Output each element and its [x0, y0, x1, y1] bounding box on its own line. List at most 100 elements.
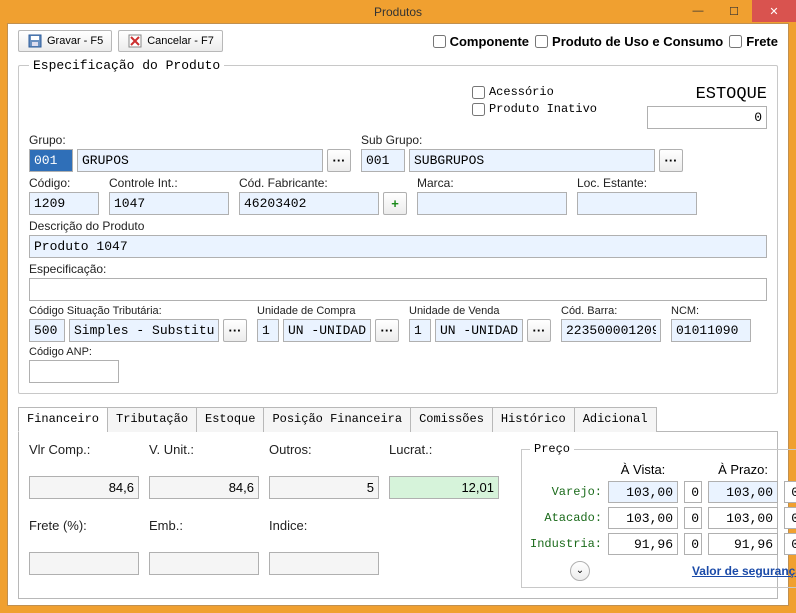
industria-avista-input[interactable]	[608, 533, 678, 555]
expand-button[interactable]: ⌄	[570, 561, 590, 581]
subgrupo-nome-input[interactable]	[409, 149, 655, 172]
uso-consumo-checkbox[interactable]: Produto de Uso e Consumo	[535, 34, 723, 49]
industria-label: Industria:	[530, 537, 602, 551]
spec-legend: Especificação do Produto	[29, 58, 224, 73]
cancel-icon	[127, 33, 143, 49]
subgrupo-cod-input[interactable]	[361, 149, 405, 172]
outros-label: Outros:	[269, 442, 379, 470]
marca-label: Marca:	[417, 176, 567, 190]
subgrupo-lookup-button[interactable]: ···	[659, 149, 683, 172]
indice-label: Indice:	[269, 518, 379, 546]
cst-lookup-button[interactable]: ···	[223, 319, 247, 342]
frete-checkbox[interactable]: Frete	[729, 34, 778, 49]
maximize-button[interactable]: ☐	[716, 0, 752, 22]
close-button[interactable]: ✕	[752, 0, 796, 22]
desc-label: Descrição do Produto	[29, 219, 767, 233]
varejo-avista-input[interactable]	[608, 481, 678, 503]
industria-aprazo-input[interactable]	[708, 533, 778, 555]
industria-avista-ext[interactable]	[684, 533, 702, 555]
emb-input[interactable]	[149, 552, 259, 575]
codigo-input[interactable]	[29, 192, 99, 215]
varejo-avista-ext[interactable]	[684, 481, 702, 503]
uncompra-qtd-input[interactable]	[257, 319, 279, 342]
unvenda-qtd-input[interactable]	[409, 319, 431, 342]
atacado-aprazo-ext[interactable]	[784, 507, 796, 529]
lucrat-input[interactable]	[389, 476, 499, 499]
cst-desc-input[interactable]	[69, 319, 219, 342]
vunit-input[interactable]	[149, 476, 259, 499]
grupo-cod-input[interactable]	[29, 149, 73, 172]
avista-header: À Vista:	[608, 462, 678, 477]
cst-cod-input[interactable]	[29, 319, 65, 342]
acessorio-checkbox[interactable]: Acessório	[472, 85, 597, 99]
vlrcomp-input[interactable]	[29, 476, 139, 499]
aprazo-header: À Prazo:	[708, 462, 778, 477]
controle-label: Controle Int.:	[109, 176, 229, 190]
industria-aprazo-ext[interactable]	[784, 533, 796, 555]
vlrcomp-label: Vlr Comp.:	[29, 442, 139, 470]
loc-label: Loc. Estante:	[577, 176, 697, 190]
valor-seguranca-link[interactable]: Valor de segurança	[692, 564, 796, 578]
desc-input[interactable]	[29, 235, 767, 258]
codfab-input[interactable]	[239, 192, 379, 215]
tab-strip: Financeiro Tributação Estoque Posição Fi…	[18, 406, 778, 432]
atacado-aprazo-input[interactable]	[708, 507, 778, 529]
uncompra-lookup-button[interactable]: ···	[375, 319, 399, 342]
tab-historico[interactable]: Histórico	[492, 407, 575, 432]
espec-label: Especificação:	[29, 262, 767, 276]
atacado-avista-input[interactable]	[608, 507, 678, 529]
grupo-nome-input[interactable]	[77, 149, 323, 172]
tab-posicao-financeira[interactable]: Posição Financeira	[263, 407, 411, 432]
preco-legend: Preço	[530, 442, 574, 456]
grupo-label: Grupo:	[29, 133, 351, 147]
tab-adicional[interactable]: Adicional	[574, 407, 657, 432]
emb-label: Emb.:	[149, 518, 259, 546]
tab-financeiro[interactable]: Financeiro	[18, 407, 108, 432]
loc-input[interactable]	[577, 192, 697, 215]
preco-fieldset: Preço À Vista:À Prazo: Varejo: Atacado: …	[521, 442, 796, 588]
save-button[interactable]: Gravar - F5	[18, 30, 112, 52]
codbarra-input[interactable]	[561, 319, 661, 342]
componente-checkbox[interactable]: Componente	[433, 34, 529, 49]
fretepct-input[interactable]	[29, 552, 139, 575]
vunit-label: V. Unit.:	[149, 442, 259, 470]
atacado-avista-ext[interactable]	[684, 507, 702, 529]
codfab-label: Cód. Fabricante:	[239, 176, 407, 190]
espec-input[interactable]	[29, 278, 767, 301]
outros-input[interactable]	[269, 476, 379, 499]
subgrupo-label: Sub Grupo:	[361, 133, 683, 147]
window-title: Produtos	[0, 5, 796, 19]
titlebar: Produtos — ☐ ✕	[0, 0, 796, 23]
varejo-aprazo-ext[interactable]	[784, 481, 796, 503]
anp-input[interactable]	[29, 360, 119, 383]
ncm-input[interactable]	[671, 319, 751, 342]
unvenda-input[interactable]	[435, 319, 523, 342]
marca-input[interactable]	[417, 192, 567, 215]
lucrat-label: Lucrat.:	[389, 442, 499, 470]
inativo-checkbox[interactable]: Produto Inativo	[472, 102, 597, 116]
fretepct-label: Frete (%):	[29, 518, 139, 546]
unvenda-label: Unidade de Venda	[409, 305, 551, 317]
uncompra-input[interactable]	[283, 319, 371, 342]
grupo-lookup-button[interactable]: ···	[327, 149, 351, 172]
uncompra-label: Unidade de Compra	[257, 305, 399, 317]
tab-comissoes[interactable]: Comissões	[410, 407, 493, 432]
minimize-button[interactable]: —	[680, 0, 716, 22]
codbarra-label: Cód. Barra:	[561, 305, 661, 317]
estoque-value	[647, 106, 767, 129]
varejo-aprazo-input[interactable]	[708, 481, 778, 503]
controle-input[interactable]	[109, 192, 229, 215]
varejo-label: Varejo:	[530, 485, 602, 499]
cancel-button[interactable]: Cancelar - F7	[118, 30, 223, 52]
tab-panel-financeiro: Vlr Comp.: V. Unit.: Outros: Lucrat.: Fr…	[18, 432, 778, 599]
tab-estoque[interactable]: Estoque	[196, 407, 264, 432]
estoque-label: ESTOQUE	[696, 85, 767, 104]
anp-label: Código ANP:	[29, 346, 119, 358]
unvenda-lookup-button[interactable]: ···	[527, 319, 551, 342]
atacado-label: Atacado:	[530, 511, 602, 525]
cst-label: Código Situação Tributária:	[29, 305, 247, 317]
indice-input[interactable]	[269, 552, 379, 575]
codigo-label: Código:	[29, 176, 99, 190]
tab-tributacao[interactable]: Tributação	[107, 407, 197, 432]
codfab-add-button[interactable]: +	[383, 192, 407, 215]
